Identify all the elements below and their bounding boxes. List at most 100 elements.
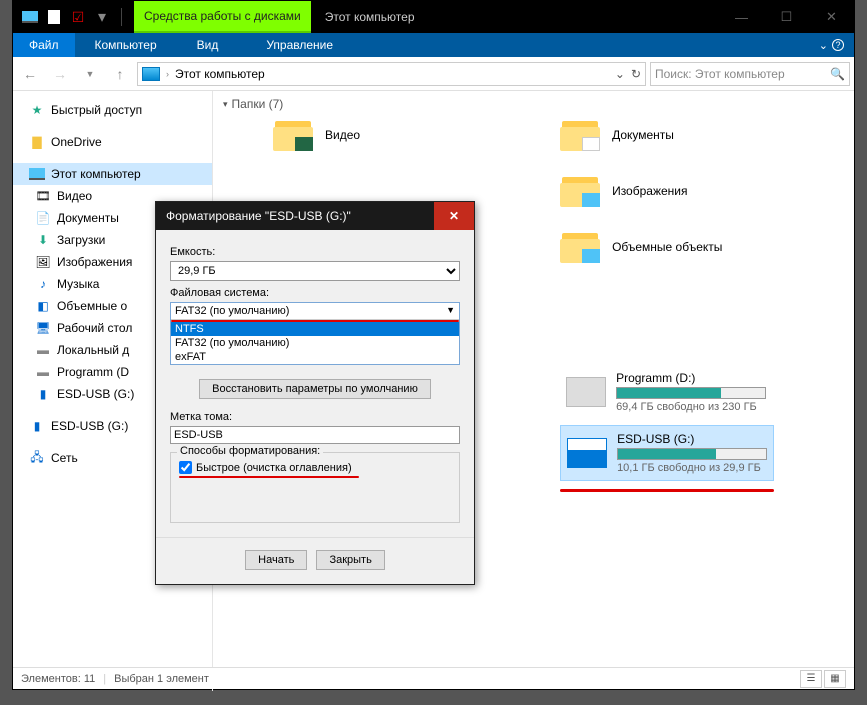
- sidebar-this-pc[interactable]: Этот компьютер: [13, 163, 212, 185]
- drive-capacity-bar: [617, 448, 767, 460]
- ribbon-tabs: Файл Компьютер Вид Управление ⌄?: [13, 33, 854, 57]
- ribbon-tab-computer[interactable]: Компьютер: [75, 33, 177, 57]
- address-path: Этот компьютер: [175, 67, 265, 81]
- search-box[interactable]: Поиск: Этот компьютер 🔍: [650, 62, 850, 86]
- video-icon: 🎞: [35, 188, 51, 204]
- cube-icon: ◧: [35, 298, 51, 314]
- drive-icon: [566, 377, 606, 407]
- sidebar-quick-access[interactable]: ★Быстрый доступ: [13, 99, 212, 121]
- pc-icon: [21, 8, 39, 26]
- fs-option-exfat[interactable]: exFAT: [171, 350, 459, 364]
- drive-free-text: 10,1 ГБ свободно из 29,9 ГБ: [617, 462, 767, 474]
- dropdown-icon[interactable]: ▾: [93, 8, 111, 26]
- format-options-label: Способы форматирования:: [177, 445, 323, 457]
- pc-icon: [29, 166, 45, 182]
- drive-free-text: 69,4 ГБ свободно из 230 ГБ: [616, 401, 766, 413]
- checkbox-icon: ☑: [69, 8, 87, 26]
- drive-icon: ▬: [35, 342, 51, 358]
- search-placeholder: Поиск: Этот компьютер: [655, 67, 785, 81]
- file-icon: [45, 8, 63, 26]
- star-icon: ★: [29, 102, 45, 118]
- usb-icon: ▮: [29, 418, 45, 434]
- drive-name: ESD-USB (G:): [617, 432, 767, 446]
- format-options-group: Способы форматирования: Быстрое (очистка…: [170, 452, 460, 523]
- window-controls: — ☐ ✕: [719, 1, 854, 33]
- item-count: Элементов: 11: [21, 673, 95, 685]
- file-tab[interactable]: Файл: [13, 33, 75, 57]
- navigation-bar: ← → ▼ ↑ › Этот компьютер ⌄↻ Поиск: Этот …: [13, 57, 854, 91]
- folder-icon: [560, 117, 602, 153]
- contextual-tab-header: Средства работы с дисками: [134, 1, 311, 33]
- ribbon-tab-view[interactable]: Вид: [177, 33, 239, 57]
- folder-icon: [560, 173, 602, 209]
- format-dialog: Форматирование "ESD-USB (G:)" ✕ Емкость:…: [155, 201, 475, 585]
- address-bar[interactable]: › Этот компьютер ⌄↻: [137, 62, 646, 86]
- refresh-icon[interactable]: ↻: [631, 67, 641, 81]
- up-button[interactable]: ↑: [107, 61, 133, 87]
- minimize-button[interactable]: —: [719, 1, 764, 33]
- capacity-select[interactable]: 29,9 ГБ: [170, 261, 460, 281]
- forward-button[interactable]: →: [47, 61, 73, 87]
- drive-icon: ▬: [35, 364, 51, 380]
- folder-icon: [273, 117, 315, 153]
- folder-documents[interactable]: Документы: [560, 117, 774, 153]
- selection-count: Выбран 1 элемент: [114, 673, 209, 685]
- icons-view-button[interactable]: ▦: [824, 670, 846, 688]
- back-button[interactable]: ←: [17, 61, 43, 87]
- help-icon: ?: [832, 39, 844, 51]
- folder-icon: ▇: [29, 134, 45, 150]
- drive-esd-usb[interactable]: ESD-USB (G:) 10,1 ГБ свободно из 29,9 ГБ: [560, 425, 774, 481]
- quick-format-checkbox-row[interactable]: Быстрое (очистка оглавления): [179, 461, 451, 474]
- annotation-underline: [560, 489, 774, 492]
- desktop-icon: 🖥: [35, 320, 51, 336]
- fs-option-fat32[interactable]: FAT32 (по умолчанию): [171, 336, 459, 350]
- fs-option-ntfs[interactable]: NTFS: [171, 322, 459, 336]
- quick-access-toolbar: ☑ ▾: [13, 1, 134, 33]
- maximize-button[interactable]: ☐: [764, 1, 809, 33]
- quick-format-checkbox[interactable]: [179, 461, 192, 474]
- filesystem-dropdown-list: NTFS FAT32 (по умолчанию) exFAT: [171, 322, 459, 364]
- explorer-window: ☑ ▾ Средства работы с дисками Этот компь…: [12, 0, 855, 690]
- pc-icon: [142, 67, 160, 81]
- download-icon: ⬇: [35, 232, 51, 248]
- search-icon: 🔍: [830, 67, 845, 81]
- filesystem-select[interactable]: FAT32 (по умолчанию) ▼ NTFS FAT32 (по умо…: [170, 302, 460, 365]
- dialog-titlebar: Форматирование "ESD-USB (G:)" ✕: [156, 202, 474, 230]
- folder-3d-objects[interactable]: Объемные объекты: [560, 229, 774, 265]
- drive-name: Programm (D:): [616, 371, 766, 385]
- folder-icon: [560, 229, 602, 265]
- document-icon: 📄: [35, 210, 51, 226]
- recent-dropdown[interactable]: ▼: [77, 61, 103, 87]
- address-dropdown-icon[interactable]: ⌄: [615, 67, 625, 81]
- sidebar-onedrive[interactable]: ▇OneDrive: [13, 131, 212, 153]
- chevron-down-icon: ▾: [223, 99, 228, 110]
- network-icon: 🖧: [29, 450, 45, 466]
- music-icon: ♪: [35, 276, 51, 292]
- close-dialog-button[interactable]: Закрыть: [316, 550, 384, 570]
- folders-section-header[interactable]: ▾ Папки (7): [223, 97, 844, 111]
- usb-drive-icon: [567, 438, 607, 468]
- picture-icon: 🖼: [35, 254, 51, 270]
- separator: [121, 8, 122, 26]
- restore-defaults-button[interactable]: Восстановить параметры по умолчанию: [199, 379, 431, 399]
- status-bar: Элементов: 11 | Выбран 1 элемент ☰ ▦: [13, 667, 854, 689]
- filesystem-label: Файловая система:: [170, 287, 460, 299]
- window-title: Этот компьютер: [311, 1, 429, 33]
- drive-programm[interactable]: Programm (D:) 69,4 ГБ свободно из 230 ГБ: [560, 365, 774, 419]
- ribbon-tab-manage[interactable]: Управление: [246, 33, 353, 57]
- drive-capacity-bar: [616, 387, 766, 399]
- ribbon-collapse[interactable]: ⌄?: [809, 33, 854, 57]
- dialog-close-button[interactable]: ✕: [434, 202, 474, 230]
- usb-icon: ▮: [35, 386, 51, 402]
- details-view-button[interactable]: ☰: [800, 670, 822, 688]
- volume-label-label: Метка тома:: [170, 411, 460, 423]
- start-button[interactable]: Начать: [245, 550, 307, 570]
- dialog-footer: Начать Закрыть: [156, 537, 474, 584]
- chevron-down-icon: ▼: [446, 305, 455, 317]
- folder-video[interactable]: Видео: [273, 117, 360, 153]
- folder-pictures[interactable]: Изображения: [560, 173, 774, 209]
- volume-label-input[interactable]: [170, 426, 460, 444]
- close-button[interactable]: ✕: [809, 1, 854, 33]
- capacity-label: Емкость:: [170, 246, 460, 258]
- titlebar: ☑ ▾ Средства работы с дисками Этот компь…: [13, 1, 854, 33]
